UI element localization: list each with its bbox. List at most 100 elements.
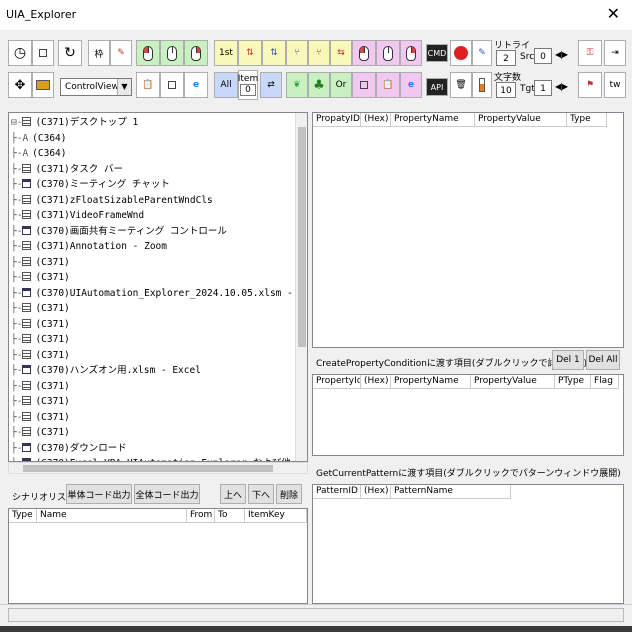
first-button[interactable]: 1st: [214, 40, 238, 66]
tree-item[interactable]: ├- (C370)画面共有ミーティング コントロール: [11, 224, 227, 239]
pink-clipboard-icon[interactable]: 📋: [376, 72, 400, 98]
tree-vertical-scrollbar[interactable]: [295, 113, 307, 461]
pen-tool-icon[interactable]: ✎: [472, 40, 492, 66]
mouse-right-icon[interactable]: [184, 40, 208, 66]
col-propertyname[interactable]: PropertyName: [391, 375, 471, 388]
pink-window-icon[interactable]: [352, 72, 376, 98]
pink-mouse-middle-icon[interactable]: [376, 40, 400, 66]
tree-item[interactable]: ├- (C371): [11, 394, 70, 409]
clipboard-icon[interactable]: 📋: [136, 72, 160, 98]
chevron-down-icon[interactable]: ▼: [117, 79, 131, 95]
src-input[interactable]: 0: [534, 48, 552, 64]
indent-icon[interactable]: ⇥: [604, 40, 626, 66]
col-propertyvalue[interactable]: PropertyValue: [475, 113, 567, 126]
tree-item[interactable]: ├- (C371): [11, 270, 70, 285]
item-box[interactable]: Item 0: [238, 70, 258, 100]
leaf-icon[interactable]: ❦: [286, 72, 308, 98]
col-propertyid[interactable]: PropertyId: [313, 375, 361, 388]
waku-button[interactable]: 枠: [88, 40, 110, 66]
tree-item[interactable]: ├- (C371): [11, 379, 70, 394]
all-code-button[interactable]: 全体コード出力: [134, 484, 200, 504]
tree-scroll-thumb[interactable]: [298, 127, 306, 347]
view-select[interactable]: ControlView ▼: [60, 78, 132, 96]
tree-item[interactable]: ⊟- (C371)デスクトップ 1: [11, 115, 138, 130]
retry-input[interactable]: 2: [496, 50, 516, 66]
delete-button[interactable]: 削除: [276, 484, 302, 504]
col-type[interactable]: Type: [567, 113, 607, 126]
target-icon[interactable]: ✥: [8, 72, 32, 98]
frame-icon[interactable]: [32, 40, 54, 66]
tgt-input[interactable]: 1: [534, 80, 552, 96]
tree-hscroll-thumb[interactable]: [23, 465, 273, 472]
tree-up-icon[interactable]: ⇅: [238, 40, 262, 66]
key-icon[interactable]: ⚿: [578, 40, 602, 66]
mouse-middle-icon[interactable]: [160, 40, 184, 66]
property-grid[interactable]: PropatyID (Hex) PropertyName PropertyVal…: [312, 112, 624, 348]
chars-input[interactable]: 10: [496, 82, 516, 98]
item-value[interactable]: 0: [240, 84, 256, 96]
clock-icon[interactable]: ◷: [8, 40, 32, 66]
col-hex[interactable]: (Hex): [361, 485, 391, 498]
pink-mouse-right-icon[interactable]: [400, 40, 422, 66]
col-hex[interactable]: (Hex): [361, 113, 391, 126]
tree-item[interactable]: ├- (C371): [11, 301, 70, 316]
tree-item[interactable]: ├- (C371): [11, 348, 70, 363]
tree-item[interactable]: ├- (C370)UIAutomation_Explorer_2024.10.05…: [11, 286, 307, 301]
col-name[interactable]: Name: [37, 509, 187, 522]
tree-sibling-icon[interactable]: ⑂: [308, 40, 330, 66]
or-button[interactable]: Or: [330, 72, 352, 98]
tree-horizontal-scrollbar[interactable]: [8, 462, 308, 474]
tree-item[interactable]: ├- (C371)Annotation - Zoom: [11, 239, 167, 254]
move-down-button[interactable]: 下へ: [248, 484, 274, 504]
tree-item[interactable]: ├- (C371): [11, 317, 70, 332]
col-hex[interactable]: (Hex): [361, 375, 391, 388]
col-flag[interactable]: Flag: [591, 375, 619, 388]
col-propertyname[interactable]: PropertyName: [391, 113, 475, 126]
record-icon[interactable]: [450, 40, 472, 66]
close-icon[interactable]: ✕: [607, 4, 620, 23]
col-propertyid[interactable]: PropatyID: [313, 113, 361, 126]
tree-down-icon[interactable]: ⇅: [262, 40, 286, 66]
delall-button[interactable]: Del All: [586, 350, 620, 370]
col-from[interactable]: From: [187, 509, 215, 522]
trash-icon[interactable]: 🗑: [450, 72, 472, 98]
tree-item[interactable]: ├- (C371): [11, 425, 70, 440]
col-patternid[interactable]: PatternID: [313, 485, 361, 498]
col-propertyvalue[interactable]: PropertyValue: [471, 375, 555, 388]
pattern-grid[interactable]: PatternID (Hex) PatternName: [312, 484, 624, 604]
tree-child-icon[interactable]: ⇆: [330, 40, 352, 66]
tree-item[interactable]: ├- (C371)zFloatSizableParentWndCls: [11, 193, 213, 208]
tw-button[interactable]: tw: [604, 72, 626, 98]
battery-icon[interactable]: [472, 72, 492, 98]
element-tree[interactable]: ├-(C370)Excel VBA UIAutomation Explorer …: [8, 112, 308, 462]
src-spin-arrows-icon[interactable]: ◀|▶: [555, 50, 568, 59]
del1-button[interactable]: Del 1: [552, 350, 584, 370]
single-code-button[interactable]: 単体コード出力: [66, 484, 132, 504]
scenario-grid[interactable]: Type Name From To ItemKey: [8, 508, 308, 604]
condition-grid[interactable]: PropertyId (Hex) PropertyName PropertyVa…: [312, 374, 624, 456]
flag-icon[interactable]: ⚑: [578, 72, 602, 98]
tree-item[interactable]: ├- (C370)ダウンロード: [11, 441, 127, 456]
move-up-button[interactable]: 上へ: [220, 484, 246, 504]
refresh-icon[interactable]: ↻: [58, 40, 82, 66]
col-type[interactable]: Type: [9, 509, 37, 522]
col-patternname[interactable]: PatternName: [391, 485, 511, 498]
api-button[interactable]: API: [426, 78, 448, 96]
window-icon[interactable]: [160, 72, 184, 98]
truck-icon[interactable]: [32, 72, 54, 98]
all-button[interactable]: All: [214, 72, 238, 98]
browser-icon[interactable]: e: [184, 72, 208, 98]
switch-icon[interactable]: ⇄: [260, 72, 282, 98]
pen-icon[interactable]: ✎: [110, 40, 132, 66]
col-itemkey[interactable]: ItemKey: [245, 509, 307, 522]
tree-item[interactable]: ├- (C371)タスク バー: [11, 162, 123, 177]
cmd-button[interactable]: CMD: [426, 44, 448, 62]
pink-mouse-left-icon[interactable]: [352, 40, 376, 66]
tree-item[interactable]: ├- (C371): [11, 410, 70, 425]
tree-icon[interactable]: ♣: [308, 72, 330, 98]
col-to[interactable]: To: [215, 509, 245, 522]
tree-branch-icon[interactable]: ⑂: [286, 40, 308, 66]
tgt-spin-arrows-icon[interactable]: ◀|▶: [555, 82, 568, 91]
tree-item[interactable]: ├- (C370)ミーティング チャット: [11, 177, 170, 192]
col-ptype[interactable]: PType: [555, 375, 591, 388]
